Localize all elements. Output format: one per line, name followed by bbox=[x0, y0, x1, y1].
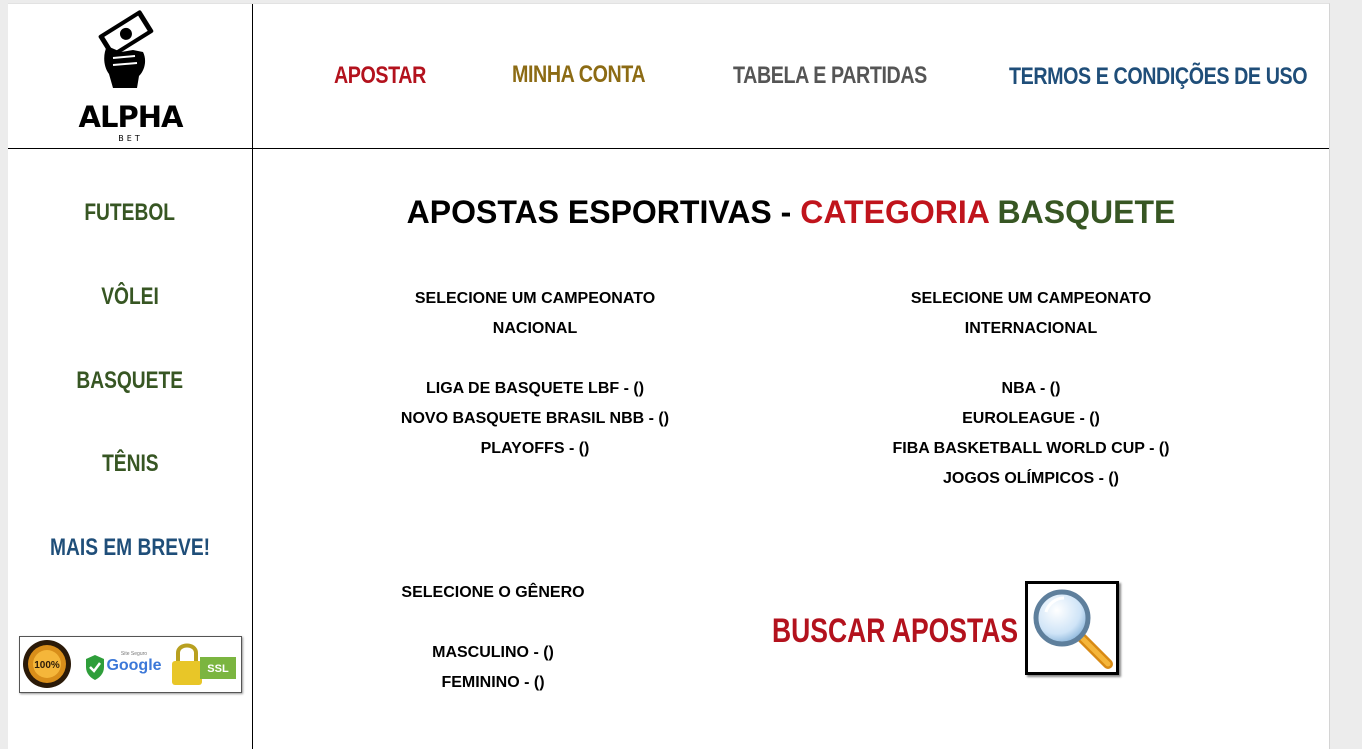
page-title: APOSTAS ESPORTIVAS - CATEGORIA BASQUETE bbox=[253, 194, 1329, 231]
magnifier-icon bbox=[1033, 589, 1113, 669]
nav-minha-conta[interactable]: MINHA CONTA bbox=[512, 61, 646, 89]
option-fiba-world-cup[interactable]: FIBA BASKETBALL WORLD CUP - () bbox=[831, 434, 1231, 464]
internacional-championships: SELECIONE UM CAMPEONATO INTERNACIONAL NB… bbox=[831, 284, 1231, 494]
sidebar-item-label: TÊNIS bbox=[101, 450, 159, 477]
option-jogos-olimpicos[interactable]: JOGOS OLÍMPICOS - () bbox=[831, 464, 1231, 494]
logo-name: ALPHA bbox=[78, 100, 184, 134]
ssl-lock-icon: SSL bbox=[172, 643, 236, 685]
guarantee-badge-icon: 100% bbox=[23, 640, 71, 688]
alpha-bet-logo[interactable]: ALPHA BET bbox=[63, 10, 198, 144]
security-seals: 100% Site Seguro Google SSL bbox=[19, 636, 242, 693]
title-category: CATEGORIA bbox=[800, 194, 989, 230]
option-playoffs[interactable]: PLAYOFFS - () bbox=[335, 434, 735, 464]
option-masculino[interactable]: MASCULINO - () bbox=[343, 638, 643, 668]
option-nba[interactable]: NBA - () bbox=[831, 374, 1231, 404]
logo-subtitle: BET bbox=[118, 134, 143, 143]
buscar-apostas-link[interactable]: BUSCAR APOSTAS bbox=[772, 612, 1018, 651]
nav-tabela-partidas[interactable]: TABELA E PARTIDAS bbox=[733, 62, 927, 90]
sidebar-item-label: BASQUETE bbox=[76, 367, 184, 394]
ssl-text: SSL bbox=[207, 663, 229, 675]
nacional-championships: SELECIONE UM CAMPEONATO NACIONAL LIGA DE… bbox=[335, 284, 735, 464]
horizontal-divider bbox=[8, 148, 1329, 149]
search-button[interactable] bbox=[1025, 581, 1119, 675]
google-seal-text: Google bbox=[106, 657, 161, 674]
sidebar-item-label: VÔLEI bbox=[101, 283, 159, 310]
option-euroleague[interactable]: EUROLEAGUE - () bbox=[831, 404, 1231, 434]
page: ALPHA BET APOSTAR MINHA CONTA TABELA E P… bbox=[8, 3, 1330, 749]
nacional-heading: SELECIONE UM CAMPEONATO bbox=[414, 290, 656, 307]
sidebar-item-volei[interactable]: VÔLEI bbox=[8, 283, 252, 311]
gender-selection: SELECIONE O GÊNERO MASCULINO - () FEMINI… bbox=[343, 578, 643, 698]
gender-heading: SELECIONE O GÊNERO bbox=[401, 584, 585, 601]
internacional-heading: SELECIONE UM CAMPEONATO bbox=[910, 290, 1152, 307]
sidebar-item-label: MAIS EM BREVE! bbox=[49, 534, 210, 561]
sidebar-item-tenis[interactable]: TÊNIS bbox=[8, 450, 252, 478]
badge-text: 100% bbox=[34, 660, 60, 671]
sidebar-item-basquete[interactable]: BASQUETE bbox=[8, 367, 252, 395]
option-liga-lbf[interactable]: LIGA DE BASQUETE LBF - () bbox=[335, 374, 735, 404]
option-feminino[interactable]: FEMININO - () bbox=[343, 668, 643, 698]
nav-termos-condicoes[interactable]: TERMOS E CONDIÇÕES DE USO bbox=[1009, 63, 1308, 91]
sidebar-item-label: FUTEBOL bbox=[84, 199, 176, 226]
internacional-heading-2: INTERNACIONAL bbox=[964, 320, 1098, 337]
sidebar-item-mais-em-breve[interactable]: MAIS EM BREVE! bbox=[8, 534, 252, 562]
vertical-divider bbox=[252, 4, 253, 749]
option-nbb[interactable]: NOVO BASQUETE BRASIL NBB - () bbox=[335, 404, 735, 434]
title-sport: BASQUETE bbox=[997, 194, 1176, 230]
sidebar-item-futebol[interactable]: FUTEBOL bbox=[8, 199, 252, 227]
nav-apostar[interactable]: APOSTAR bbox=[334, 62, 426, 90]
nacional-heading-2: NACIONAL bbox=[492, 320, 578, 337]
google-safe-seal-icon: Site Seguro Google bbox=[86, 651, 162, 680]
title-prefix: APOSTAS ESPORTIVAS - bbox=[406, 194, 801, 230]
hand-money-icon bbox=[98, 10, 154, 88]
